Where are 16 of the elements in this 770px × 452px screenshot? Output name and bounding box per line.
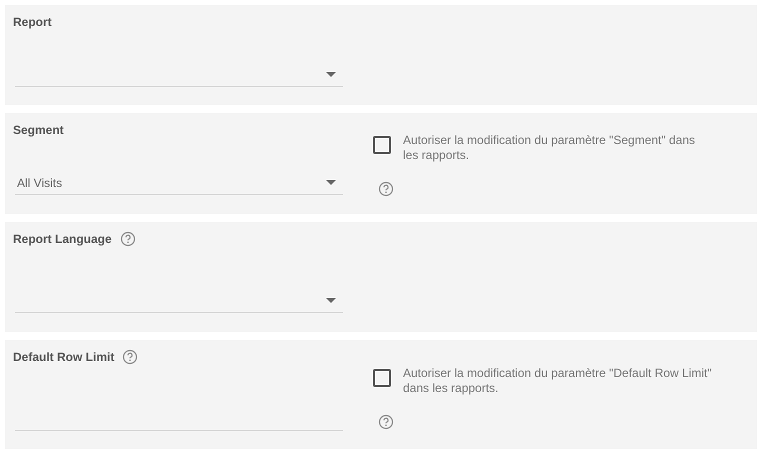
help-icon[interactable] <box>378 181 394 197</box>
dropdown-field[interactable]: All Visits <box>15 171 343 195</box>
field-label: Report <box>13 14 52 31</box>
field-label: Report Language <box>13 231 112 248</box>
help-icon[interactable] <box>120 231 136 247</box>
checkbox-label: Autoriser la modification du paramètre "Segment" dans les rapports. <box>403 133 696 163</box>
checkbox[interactable] <box>373 369 391 387</box>
help-icon[interactable] <box>122 349 138 365</box>
checkbox[interactable] <box>373 136 391 154</box>
caret-icon <box>326 298 336 303</box>
caret-icon <box>326 72 336 77</box>
caret-icon <box>326 180 336 185</box>
field-label: Segment <box>13 122 64 139</box>
help-icon[interactable] <box>378 414 394 430</box>
checkbox-label: Autoriser la modification du paramètre "Default Row Limit" dans les rapports. <box>403 366 713 396</box>
field-label: Default Row Limit <box>13 349 114 366</box>
